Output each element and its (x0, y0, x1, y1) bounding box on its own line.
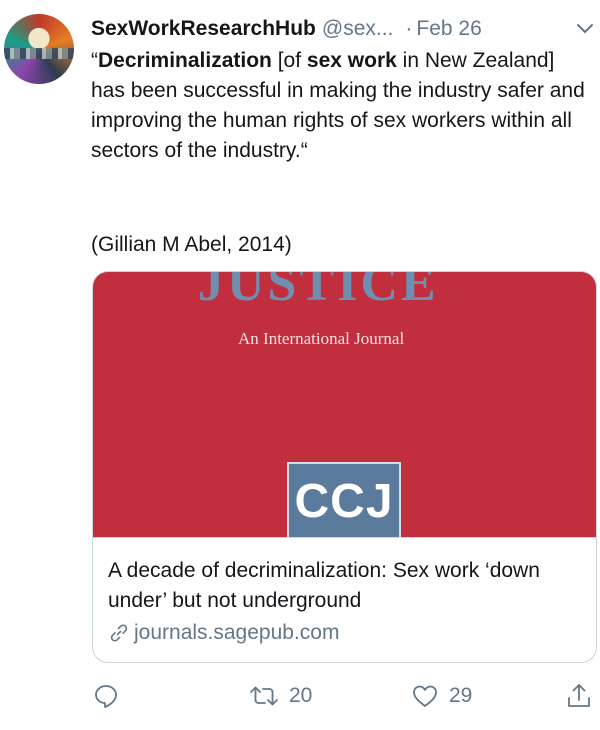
tweet-text: “Decriminalization [of sex work in New Z… (91, 46, 591, 166)
card-domain-text: journals.sagepub.com (134, 621, 340, 644)
link-icon (108, 622, 130, 644)
retweet-button[interactable]: 20 (249, 676, 312, 716)
reply-button[interactable] (93, 676, 119, 716)
text-segment-bold: sex work (306, 49, 397, 72)
text-segment: “ (91, 49, 98, 72)
text-segment: [of (271, 49, 307, 72)
chevron-down-icon[interactable] (574, 16, 596, 42)
like-button[interactable]: 29 (411, 676, 472, 716)
tweet-citation: (Gillian M Abel, 2014) (91, 233, 292, 256)
retweet-icon (249, 683, 279, 709)
tweet-actions: 20 29 (0, 676, 600, 716)
retweet-count: 20 (289, 684, 313, 707)
share-button[interactable] (566, 676, 592, 716)
heart-icon (411, 683, 439, 709)
link-card[interactable]: JUSTICE An International Journal CCJ A d… (92, 271, 597, 663)
journal-subtitle: An International Journal (238, 329, 405, 348)
journal-title: JUSTICE (198, 272, 439, 312)
card-domain[interactable]: journals.sagepub.com (108, 620, 339, 646)
journal-logo-text: CCJ (294, 475, 394, 528)
card-image[interactable]: JUSTICE An International Journal CCJ (93, 272, 596, 537)
user-handle[interactable]: @sex... (322, 17, 394, 41)
card-title[interactable]: A decade of decriminalization: Sex work … (108, 556, 578, 616)
tweet-header: SexWorkResearchHub @sex... · Feb 26 (91, 14, 596, 44)
like-count: 29 (449, 684, 473, 707)
display-name[interactable]: SexWorkResearchHub (91, 17, 316, 41)
separator-dot: · (405, 17, 413, 40)
journal-logo: CCJ (287, 462, 401, 537)
tweet-date[interactable]: Feb 26 (416, 17, 481, 41)
text-segment-bold: Decriminalization (98, 49, 272, 72)
card-divider (93, 537, 596, 538)
reply-icon (93, 683, 119, 709)
avatar[interactable] (4, 14, 74, 84)
share-icon (566, 682, 592, 710)
